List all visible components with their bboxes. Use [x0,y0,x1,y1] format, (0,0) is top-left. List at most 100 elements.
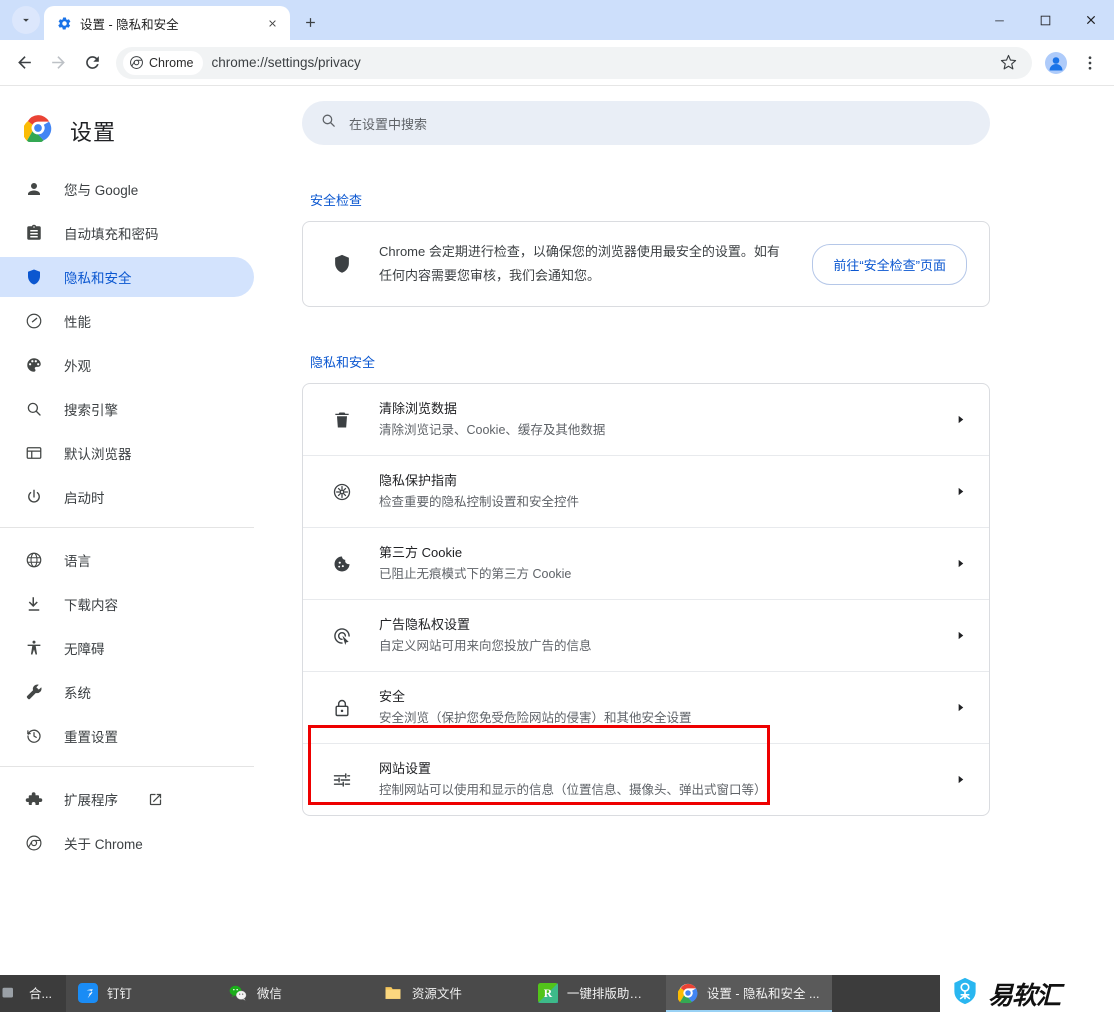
privacy-row-privacy-guide[interactable]: 隐私保护指南 检查重要的隐私控制设置和安全控件 [303,456,989,528]
taskbar-item-wechat[interactable]: 微信 [215,975,371,1012]
wrench-icon [24,682,44,702]
row-subtitle: 清除浏览记录、Cookie、缓存及其他数据 [379,423,606,437]
sidebar-item-reset-settings[interactable]: 重置设置 [0,716,254,756]
sidebar-item-appearance[interactable]: 外观 [0,345,254,385]
browser-toolbar: Chrome chrome://settings/privacy [0,40,1114,86]
chevron-down-icon [23,18,29,22]
plus-icon [305,17,315,27]
privacy-row-security[interactable]: 安全 安全浏览（保护您免受危险网站的侵害）和其他安全设置 [303,672,989,744]
tab-close-button[interactable] [262,13,282,33]
sidebar-item-performance[interactable]: 性能 [0,301,254,341]
sidebar-item-label: 重置设置 [64,730,118,745]
power-icon [24,487,44,507]
globe-icon [24,550,44,570]
tab-strip: 设置 - 隐私和安全 [0,0,1114,40]
chevron-right-icon [953,630,967,641]
puzzle-icon [24,789,44,809]
chevron-right-icon [953,702,967,713]
sidebar-item-default-browser[interactable]: 默认浏览器 [0,433,254,473]
row-body: 第三方 Cookie 已阻止无痕模式下的第三方 Cookie [379,542,927,585]
row-title: 安全 [379,689,406,704]
back-button[interactable] [8,47,40,79]
row-title: 网站设置 [379,761,432,776]
url-text: chrome://settings/privacy [211,55,361,70]
bookmark-button[interactable] [992,47,1024,79]
clipboard-icon [24,223,44,243]
browser-menu-button[interactable] [1074,47,1106,79]
taskbar-item-typesetting-assistant[interactable]: R 一键排版助手(MyE... [525,975,666,1012]
chrome-outline-icon [24,833,44,853]
sidebar-item-label: 隐私和安全 [64,271,132,286]
sidebar-item-label: 默认浏览器 [64,447,132,462]
sidebar-item-downloads[interactable]: 下载内容 [0,584,254,624]
sidebar-item-label: 性能 [64,315,91,330]
sidebar-item-label: 扩展程序 [64,793,118,808]
sidebar-item-label: 系统 [64,686,91,701]
sidebar-item-autofill[interactable]: 自动填充和密码 [0,213,254,253]
taskbar-item-resource-files[interactable]: 资源文件 [370,975,526,1012]
settings-content: 在设置中搜索 安全检查 Chrome 会定期进行检查，以确保您的浏览器使用最安全… [280,86,1114,975]
chevron-right-icon [953,414,967,425]
sidebar-item-label: 下载内容 [64,598,118,613]
sidebar-item-extensions[interactable]: 扩展程序 [0,779,254,819]
search-input[interactable]: 在设置中搜索 [302,101,990,145]
privacy-row-clear-browsing-data[interactable]: 清除浏览数据 清除浏览记录、Cookie、缓存及其他数据 [303,384,989,456]
chrome-logo-icon [677,983,698,1003]
tab-search-button[interactable] [12,6,40,34]
sidebar-divider-2 [0,766,254,767]
privacy-section-title: 隐私和安全 [310,355,376,370]
new-tab-button[interactable] [296,8,324,36]
taskbar-item-label: 资源文件 [411,987,462,1001]
taskbar-item-clipped[interactable]: 合... [0,975,58,1012]
safety-check-row: Chrome 会定期进行检查，以确保您的浏览器使用最安全的设置。如有任何内容需要… [303,222,989,306]
privacy-row-site-settings[interactable]: 网站设置 控制网站可以使用和显示的信息（位置信息、摄像头、弹出式窗口等） [303,744,989,815]
sidebar-item-search-engine[interactable]: 搜索引擎 [0,389,254,429]
history-restore-icon [24,726,44,746]
dingtalk-icon [77,982,98,1003]
maximize-icon [1040,15,1050,25]
row-title: 广告隐私权设置 [379,617,471,632]
sidebar-item-languages[interactable]: 语言 [0,540,254,580]
sidebar-item-accessibility[interactable]: 无障碍 [0,628,254,668]
row-subtitle: 已阻止无痕模式下的第三方 Cookie [379,567,572,581]
sidebar-item-you-and-google[interactable]: 您与 Google [0,169,254,209]
profile-button[interactable] [1040,47,1072,79]
privacy-row-third-party-cookies[interactable]: 第三方 Cookie 已阻止无痕模式下的第三方 Cookie [303,528,989,600]
search-placeholder: 在设置中搜索 [349,116,428,132]
search-icon [320,112,337,134]
sidebar-item-on-startup[interactable]: 启动时 [0,477,254,517]
svg-text:R: R [544,987,553,1000]
forward-button[interactable] [42,47,74,79]
tab-title: 设置 - 隐私和安全 [80,17,179,32]
privacy-row-ad-privacy[interactable]: 广告隐私权设置 自定义网站可用来向您投放广告的信息 [303,600,989,672]
sidebar-item-privacy-and-security[interactable]: 隐私和安全 [0,257,254,297]
taskbar-item-chrome-settings[interactable]: 设置 - 隐私和安全 ... [665,975,832,1012]
window-close-button[interactable] [1068,0,1114,40]
yiruanhui-logo-icon [950,976,980,1011]
reload-button[interactable] [76,47,108,79]
settings-sidebar: 设置 您与 Google 自动填充和密码 隐私和安全 性能 外观 搜索引擎 默认… [0,86,280,975]
row-title: 清除浏览数据 [379,401,458,416]
maximize-button[interactable] [1022,0,1068,40]
omnibox-actions [992,47,1026,79]
address-bar[interactable]: Chrome chrome://settings/privacy [116,46,1032,79]
sidebar-item-system[interactable]: 系统 [0,672,254,712]
browser-tab[interactable]: 设置 - 隐私和安全 [44,6,290,40]
tabstrip-spacer [0,0,8,40]
open-in-new-icon[interactable] [148,792,163,807]
windows-taskbar: 合... 钉钉 微信 资源文件 R 一键排版助手(MyE [0,975,1114,1012]
sidebar-item-about-chrome[interactable]: 关于 Chrome [0,823,254,863]
settings-title: 设置 [70,119,117,145]
taskbar-item-label: 设置 - 隐私和安全 ... [706,987,820,1001]
taskbar-item-label: 一键排版助手(MyE... [566,987,654,1001]
sidebar-item-label: 搜索引擎 [64,403,118,418]
taskbar-item-dingtalk[interactable]: 钉钉 [65,975,216,1012]
safety-check-description: Chrome 会定期进行检查，以确保您的浏览器使用最安全的设置。如有任何内容需要… [379,244,780,283]
safety-check-card: Chrome 会定期进行检查，以确保您的浏览器使用最安全的设置。如有任何内容需要… [302,221,990,307]
lock-icon [331,698,353,718]
minimize-button[interactable] [976,0,1022,40]
go-to-safety-check-button[interactable]: 前往“安全检查”页面 [812,243,967,285]
row-title: 第三方 Cookie [379,545,463,560]
chevron-right-icon [953,486,967,497]
sidebar-nav-tertiary: 扩展程序 关于 Chrome [0,779,280,863]
